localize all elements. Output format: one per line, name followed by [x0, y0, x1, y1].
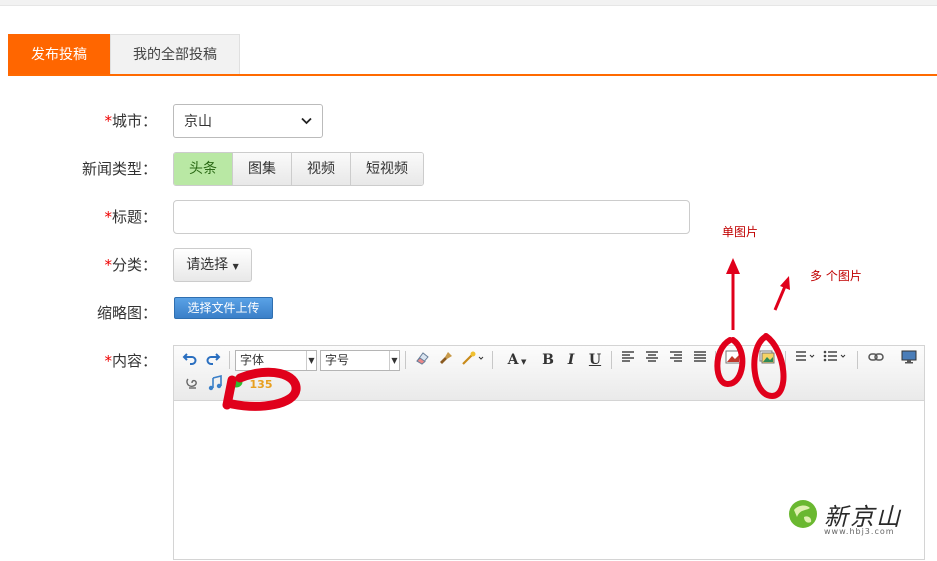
- annotation-single-image: 单图片: [722, 225, 759, 239]
- caret-down-icon: ▼: [232, 262, 239, 271]
- tab-bar: 发布投稿 我的全部投稿: [8, 34, 240, 75]
- format-brush-icon[interactable]: [436, 350, 456, 370]
- title-label: *标题：: [104, 208, 157, 226]
- multi-image-icon[interactable]: [757, 350, 777, 370]
- toolbar-separator: [857, 351, 858, 369]
- toolbar-separator: [785, 351, 786, 369]
- toolbar-separator: [715, 351, 716, 369]
- watermark-logo: 新京山 www.hbj3.com: [786, 497, 916, 539]
- category-label: *分类：: [104, 256, 157, 274]
- redo-icon[interactable]: [203, 350, 223, 370]
- video-icon[interactable]: [899, 350, 919, 370]
- 135-icon[interactable]: 135: [248, 375, 274, 395]
- bold-icon[interactable]: B: [539, 350, 557, 370]
- watermark-url: www.hbj3.com: [824, 527, 895, 536]
- tab-publish[interactable]: 发布投稿: [8, 34, 110, 75]
- chevron-down-icon: ▼: [306, 351, 316, 370]
- eraser-icon[interactable]: [412, 350, 432, 370]
- emotion-icon[interactable]: [182, 375, 202, 395]
- category-dropdown-button[interactable]: 请选择 ▼: [173, 248, 252, 282]
- music-icon[interactable]: [205, 374, 225, 395]
- news-type-short-video[interactable]: 短视频: [351, 153, 423, 185]
- arrow-single-image: [726, 258, 740, 330]
- thumbnail-label: 缩略图：: [96, 304, 157, 322]
- toolbar-separator: [405, 351, 406, 369]
- title-input[interactable]: [173, 200, 690, 234]
- justify-icon[interactable]: [691, 350, 709, 370]
- tab-my-submissions[interactable]: 我的全部投稿: [110, 34, 240, 75]
- editor-toolbar: 字体 ▼ 字号 ▼ A ▼ B I U 135: [174, 346, 924, 401]
- toolbar-separator: [492, 351, 493, 369]
- news-type-headline[interactable]: 头条: [174, 153, 233, 185]
- align-left-icon[interactable]: [619, 350, 637, 370]
- news-type-label: 新闻类型：: [81, 160, 157, 178]
- news-type-selector: 头条 图集 视频 短视频: [173, 152, 424, 186]
- italic-icon[interactable]: I: [562, 350, 580, 370]
- news-type-video[interactable]: 视频: [292, 153, 351, 185]
- arrow-multi-image: [773, 276, 790, 311]
- ordered-list-icon[interactable]: [791, 350, 817, 370]
- city-value: 京山: [184, 114, 212, 130]
- magic-wand-icon[interactable]: [460, 350, 486, 370]
- font-family-select[interactable]: 字体 ▼: [235, 350, 317, 371]
- globe-icon: [789, 500, 817, 528]
- chevron-down-icon: ▼: [389, 351, 399, 370]
- single-image-icon[interactable]: [723, 350, 743, 370]
- font-color-icon[interactable]: A ▼: [504, 350, 530, 370]
- align-center-icon[interactable]: [643, 350, 661, 370]
- city-label: *城市：: [104, 112, 157, 130]
- undo-icon[interactable]: [180, 350, 200, 370]
- chevron-down-icon: [301, 115, 312, 128]
- city-select[interactable]: 京山: [173, 104, 323, 138]
- content-label: *内容：: [104, 352, 157, 370]
- wechat-icon[interactable]: [227, 375, 245, 395]
- font-size-select[interactable]: 字号 ▼: [320, 350, 400, 371]
- upload-file-button[interactable]: 选择文件上传: [174, 297, 273, 319]
- news-type-gallery[interactable]: 图集: [233, 153, 292, 185]
- top-strip: [0, 0, 937, 6]
- toolbar-separator: [611, 351, 612, 369]
- underline-icon[interactable]: U: [586, 350, 604, 370]
- align-right-icon[interactable]: [667, 350, 685, 370]
- tab-underline: [8, 74, 937, 76]
- unordered-list-icon[interactable]: [822, 350, 848, 370]
- toolbar-separator: [229, 351, 230, 369]
- link-icon[interactable]: [866, 350, 886, 370]
- annotation-multi-image: 多 个图片: [810, 269, 862, 283]
